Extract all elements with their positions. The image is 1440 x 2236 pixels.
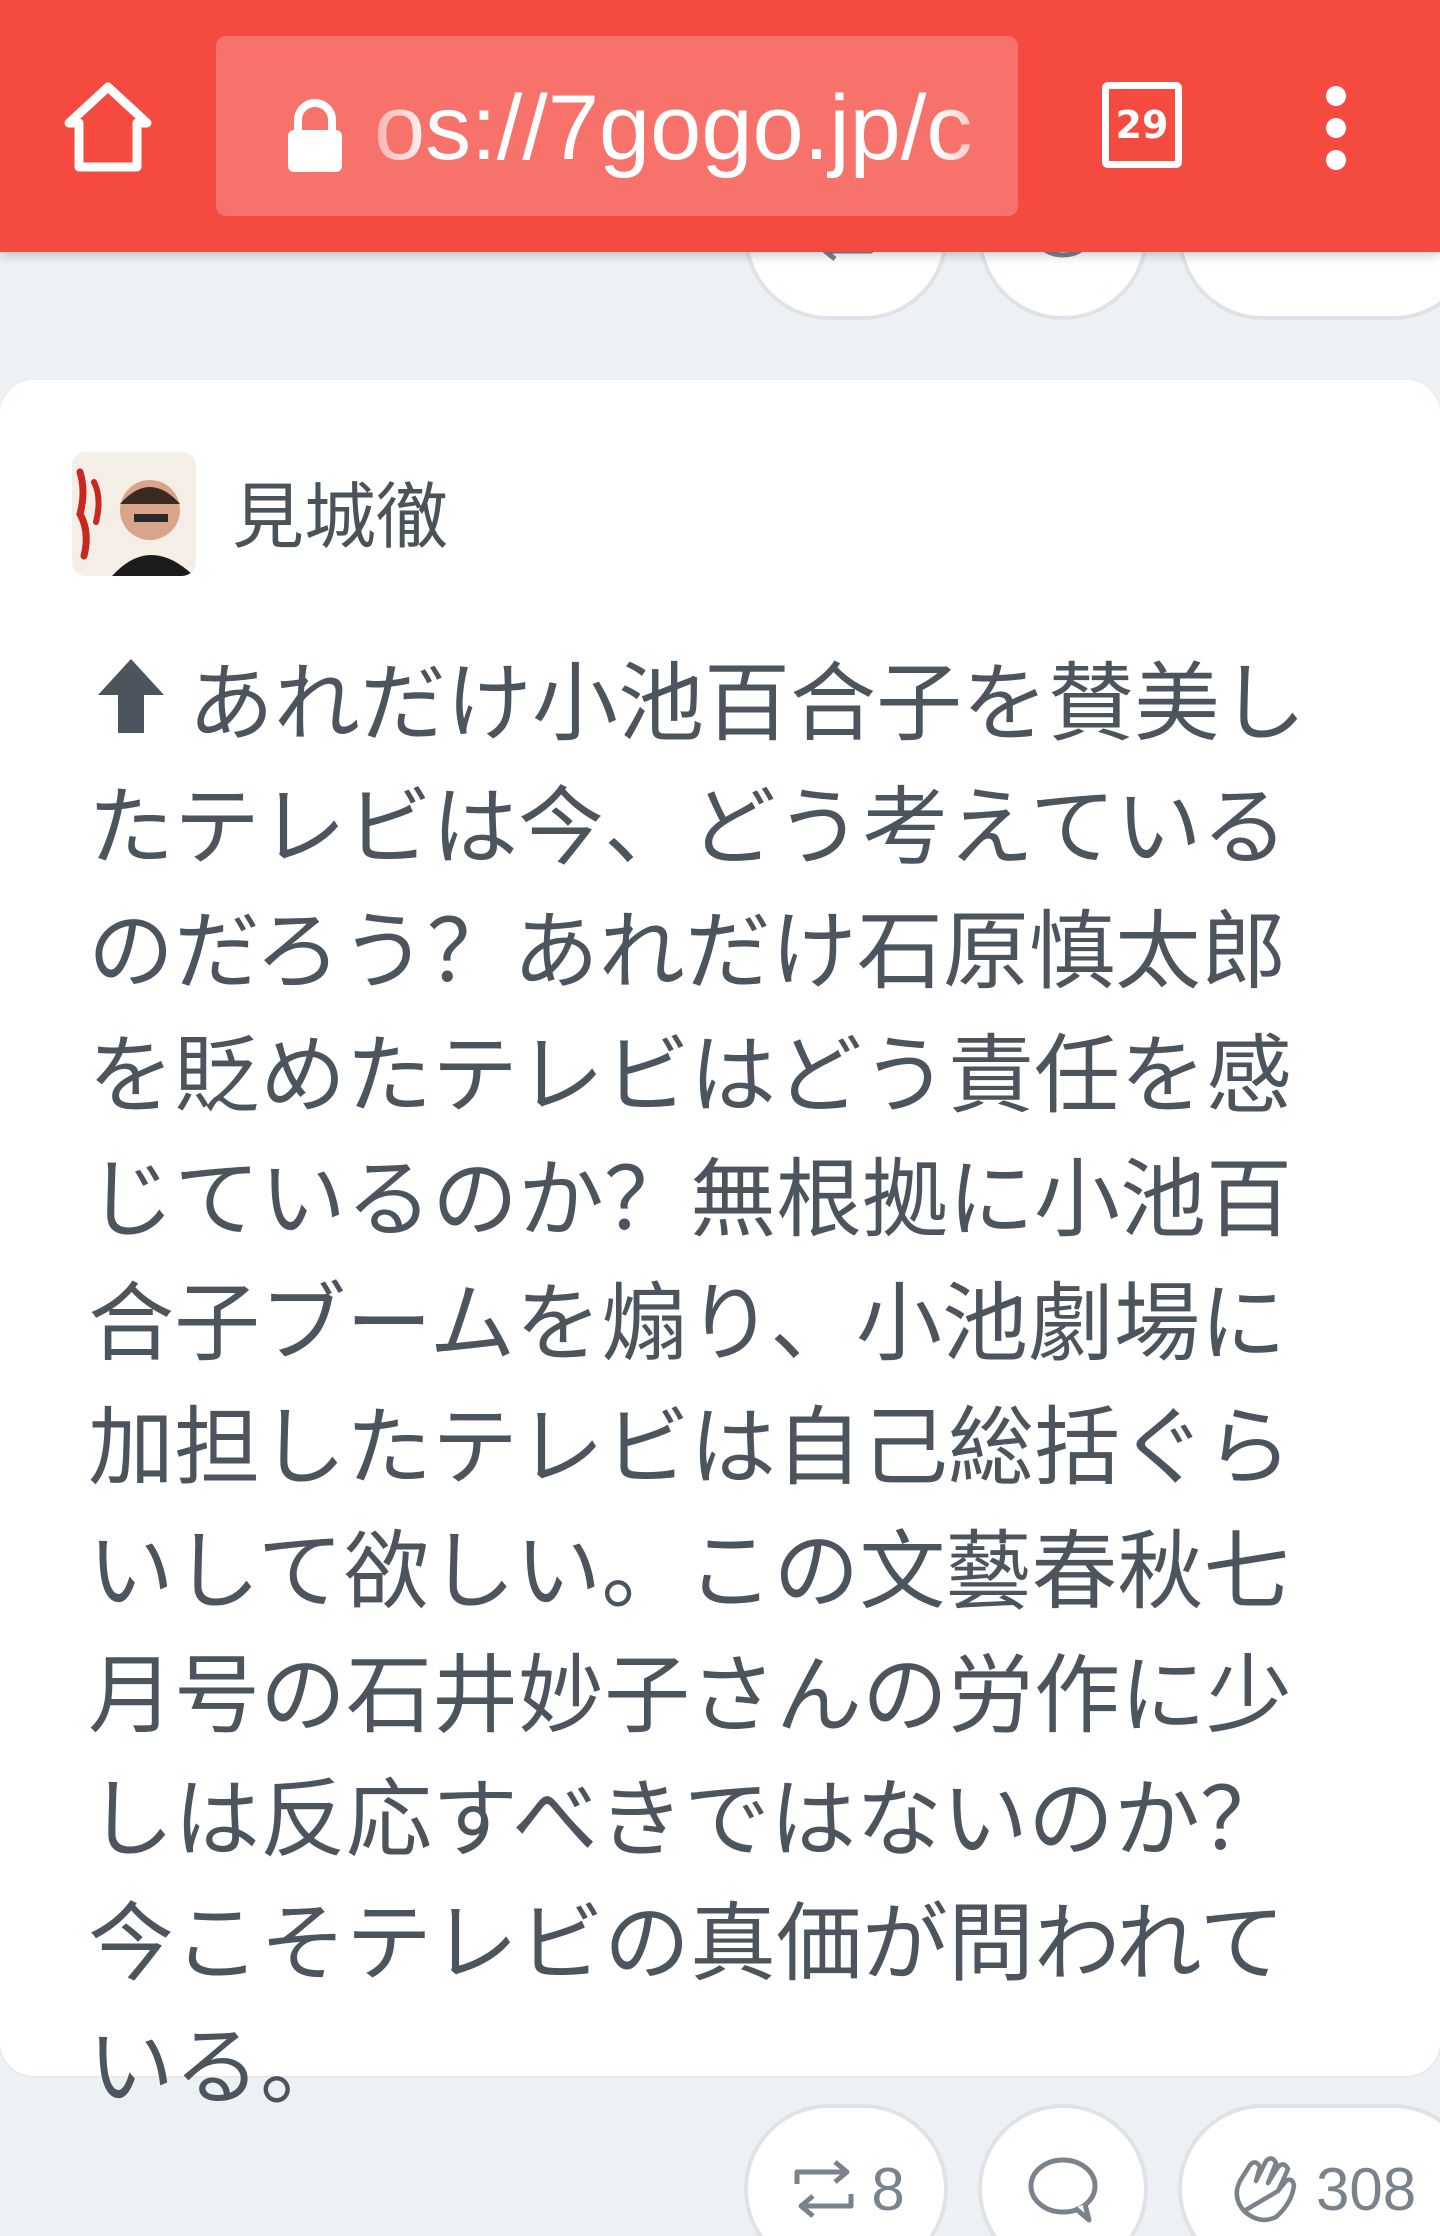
comment-icon — [1028, 2157, 1098, 2223]
clap-button[interactable]: 308 — [1178, 2104, 1440, 2236]
home-icon — [64, 82, 152, 172]
repost-icon — [794, 2160, 854, 2218]
browser-toolbar: os://7gogo.jp/c 29 — [0, 0, 1440, 252]
repost-button[interactable]: 8 — [744, 2104, 948, 2236]
page: os://7gogo.jp/c 29 見城徹 あれだけ小池百合子を賛美したテレビ… — [0, 0, 1440, 2236]
author-name[interactable]: 見城徹 — [232, 462, 448, 572]
repost-count: 8 — [871, 2155, 905, 2223]
post-body: あれだけ小池百合子を賛美したテレビは今、どう考えているのだろう？あれだけ石原慎太… — [88, 642, 1368, 2130]
post-card: 見城徹 あれだけ小池百合子を賛美したテレビは今、どう考えているのだろう？あれだけ… — [0, 380, 1440, 2118]
clap-count: 308 — [1316, 2155, 1417, 2223]
lock-icon — [280, 96, 350, 176]
url-bar[interactable]: os://7gogo.jp/c — [216, 36, 1018, 216]
more-vert-icon[interactable] — [1310, 86, 1362, 170]
post-text: あれだけ小池百合子を賛美したテレビは今、どう考えているのだろう？あれだけ石原慎太… — [88, 654, 1306, 2118]
up-arrow-icon — [88, 648, 174, 734]
avatar[interactable] — [72, 452, 196, 576]
tabs-icon[interactable]: 29 — [1102, 82, 1182, 168]
home-button[interactable] — [58, 72, 158, 182]
url-text[interactable]: os://7gogo.jp/c — [374, 68, 1004, 188]
clap-icon — [1234, 2156, 1297, 2223]
